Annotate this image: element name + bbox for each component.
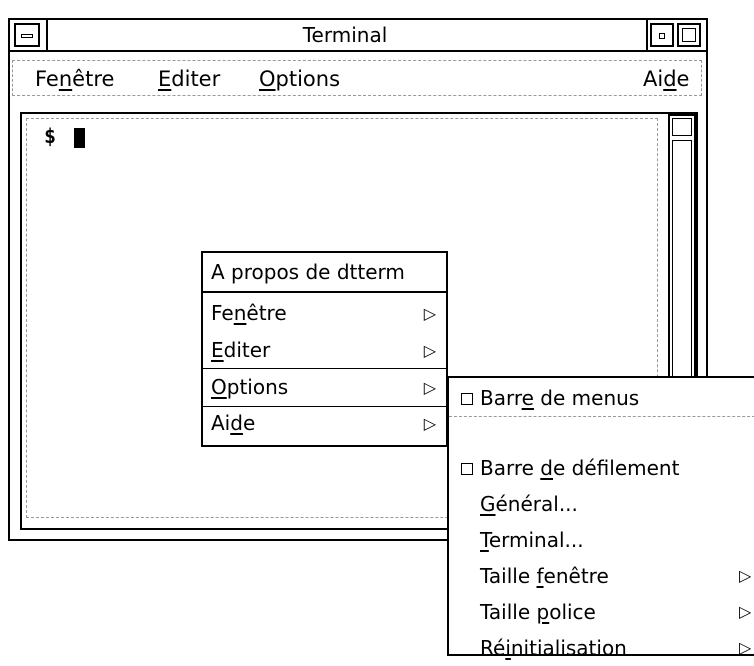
prompt-line: $ xyxy=(44,124,86,148)
submenu-taille-fenetre-mnemonic: f xyxy=(536,564,544,588)
submenu-taille-fenetre-pre: Taille xyxy=(480,564,537,588)
menu-editer-post: diter xyxy=(171,67,221,91)
popup-fenetre-post: être xyxy=(246,301,287,325)
popup-menu: A propos de dtterm Fenêtre ▷ Editer ▷ Op… xyxy=(201,251,448,447)
titlebar-divider-right xyxy=(646,20,648,50)
submenu-terminal-mnemonic: T xyxy=(480,528,489,552)
window-menu-button[interactable] xyxy=(14,23,40,47)
submenu-taille-police-post: olice xyxy=(549,600,596,624)
popup-aide-mnemonic: d xyxy=(230,411,243,435)
submenu-arrow-icon: ▷ xyxy=(423,341,436,360)
submenu-taille-police-pre: Taille xyxy=(480,600,537,624)
menu-aide-pre: Ai xyxy=(643,67,664,91)
submenu-reinitialisation-label: Réinitialisation xyxy=(480,630,627,666)
submenu-general-label: Général... xyxy=(480,486,578,522)
submenu-barre-defilement-pre: Barre xyxy=(480,456,541,480)
titlebar-divider-left xyxy=(46,20,48,50)
submenu-arrow-icon: ▷ xyxy=(423,414,436,433)
submenu-general-post: énéral... xyxy=(495,492,578,516)
popup-options-post: ptions xyxy=(226,375,289,399)
checkbox-icon[interactable] xyxy=(461,393,473,405)
prompt-symbol: $ xyxy=(44,124,57,148)
menu-fenetre-mnemonic: n xyxy=(58,67,73,91)
text-cursor xyxy=(74,127,86,148)
submenu-reinitialisation-post: nitialisation xyxy=(510,636,627,660)
window-menu-icon xyxy=(21,34,33,38)
menu-bar: Fenêtre Editer Options Aide xyxy=(12,60,702,96)
submenu-item-general[interactable]: Général... xyxy=(449,486,754,522)
title-bar[interactable]: Terminal xyxy=(10,20,706,52)
menu-aide[interactable]: Aide xyxy=(643,61,689,97)
submenu-terminal-post: erminal... xyxy=(488,528,584,552)
submenu-general-mnemonic: G xyxy=(480,492,496,516)
submenu-taille-fenetre-post: enêtre xyxy=(543,564,609,588)
maximize-button[interactable] xyxy=(677,23,701,47)
submenu-barre-menus-post: de menus xyxy=(533,386,640,410)
popup-aide-post: e xyxy=(242,411,256,435)
popup-editer-post: diter xyxy=(223,338,271,362)
menu-options-post: ptions xyxy=(275,67,341,91)
popup-fenetre-mnemonic: n xyxy=(233,301,247,325)
popup-options-mnemonic: O xyxy=(211,375,227,399)
popup-fenetre-pre: Fe xyxy=(211,301,234,325)
popup-title[interactable]: A propos de dtterm xyxy=(203,253,446,293)
submenu-taille-police-mnemonic: p xyxy=(536,600,550,624)
submenu-item-taille-fenetre[interactable]: Taille fenêtre ▷ xyxy=(449,558,754,594)
submenu-item-barre-menus[interactable]: Barre de menus xyxy=(449,380,754,417)
submenu-barre-defilement-post: e défilement xyxy=(553,456,680,480)
submenu-item-terminal[interactable]: Terminal... xyxy=(449,522,754,558)
menu-fenetre-post: être xyxy=(72,67,115,91)
maximize-icon xyxy=(682,28,696,42)
submenu-arrow-icon: ▷ xyxy=(739,602,752,621)
menu-fenetre[interactable]: Fenêtre xyxy=(35,61,114,97)
popup-aide-pre: Ai xyxy=(211,411,231,435)
options-submenu: Barre de menus Barre de défilement Génér… xyxy=(447,376,754,660)
submenu-arrow-icon: ▷ xyxy=(423,378,436,397)
submenu-item-taille-police[interactable]: Taille police ▷ xyxy=(449,594,754,630)
submenu-arrow-icon: ▷ xyxy=(739,638,752,657)
popup-item-options[interactable]: Options ▷ xyxy=(203,368,446,407)
submenu-terminal-label: Terminal... xyxy=(480,522,584,558)
menu-editer-mnemonic: E xyxy=(158,67,172,91)
menu-options-mnemonic: O xyxy=(259,67,276,91)
menu-aide-post: e xyxy=(676,67,690,91)
submenu-item-barre-defilement[interactable]: Barre de défilement xyxy=(449,450,754,486)
window-title: Terminal xyxy=(302,23,388,47)
popup-editer-mnemonic: E xyxy=(211,338,224,362)
submenu-barre-defilement-label: Barre de défilement xyxy=(480,450,679,486)
submenu-arrow-icon: ▷ xyxy=(739,566,752,585)
popup-item-aide[interactable]: Aide ▷ xyxy=(203,405,446,442)
submenu-barre-defilement-mnemonic: d xyxy=(540,456,553,480)
popup-item-fenetre[interactable]: Fenêtre ▷ xyxy=(203,295,446,332)
submenu-barre-menus-mnemonic: e xyxy=(521,386,534,410)
minimize-icon xyxy=(659,33,665,39)
submenu-reinitialisation-pre: Ré xyxy=(480,636,506,660)
submenu-taille-police-label: Taille police xyxy=(480,594,596,630)
scroll-up-arrow-icon[interactable] xyxy=(672,118,692,136)
submenu-barre-menus-pre: Barr xyxy=(480,386,522,410)
menu-aide-mnemonic: d xyxy=(663,67,677,91)
popup-item-editer[interactable]: Editer ▷ xyxy=(203,332,446,369)
submenu-item-reinitialisation[interactable]: Réinitialisation ▷ xyxy=(449,630,754,666)
submenu-barre-menus-label: Barre de menus xyxy=(480,380,639,416)
menu-options[interactable]: Options xyxy=(259,61,340,97)
submenu-arrow-icon: ▷ xyxy=(423,304,436,323)
checkbox-icon[interactable] xyxy=(461,463,473,475)
menu-editer[interactable]: Editer xyxy=(158,61,220,97)
menu-fenetre-pre: Fe xyxy=(35,67,59,91)
minimize-button[interactable] xyxy=(650,23,674,47)
submenu-taille-fenetre-label: Taille fenêtre xyxy=(480,558,609,594)
